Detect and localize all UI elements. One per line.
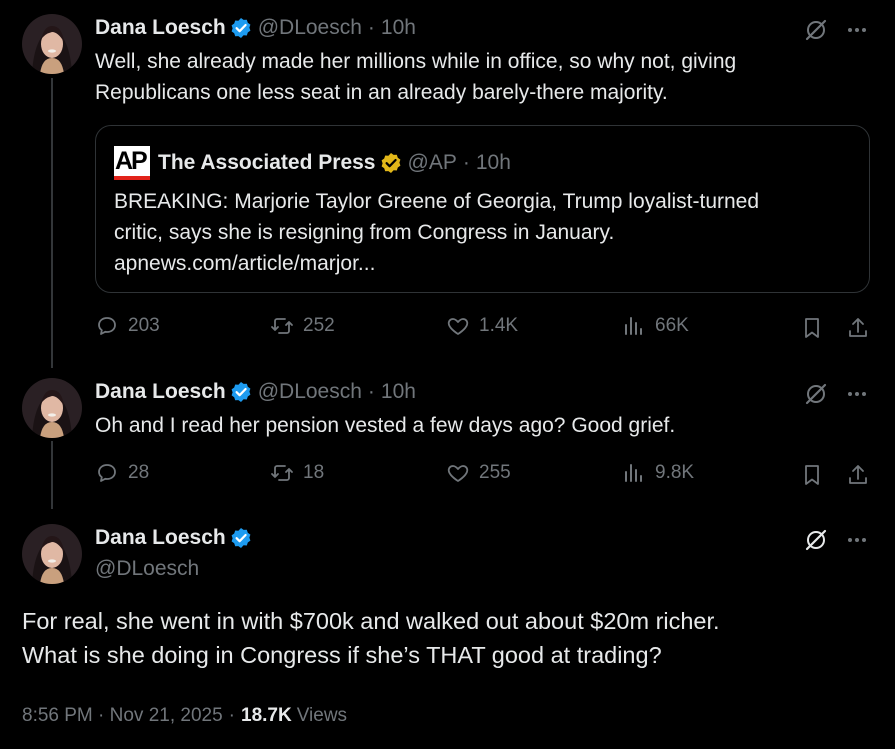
main-tweet-header: Dana Loesch — [95, 526, 252, 550]
like-button[interactable]: 255 — [446, 461, 511, 485]
thread-line — [51, 78, 53, 368]
author-name[interactable]: Dana Loesch — [95, 16, 226, 40]
like-button[interactable]: 1.4K — [446, 314, 518, 338]
reply-button[interactable]: 28 — [95, 461, 149, 485]
dot-separator: · — [462, 151, 470, 174]
ap-logo-text: AP — [115, 147, 148, 175]
repost-count: 252 — [303, 315, 335, 336]
like-count: 1.4K — [479, 315, 519, 336]
more-icon[interactable] — [844, 527, 870, 553]
author-handle[interactable]: @DLoesch — [258, 380, 362, 404]
reply-button[interactable]: 203 — [95, 314, 160, 338]
views-label: Views — [296, 705, 348, 726]
repost-count: 18 — [303, 462, 325, 483]
tweet-timestamp[interactable]: 8:56 PM · Nov 21, 2025 — [22, 705, 223, 727]
quoted-tweet-card[interactable]: AP The Associated Press @AP · 10h BREAKI… — [95, 125, 870, 293]
dot-separator: · — [367, 16, 375, 39]
tweet-text-line: Republicans one less seat in an already … — [95, 81, 668, 104]
more-icon[interactable] — [844, 381, 870, 407]
views-button[interactable]: 66K — [622, 314, 689, 338]
tweet-header: Dana Loesch @DLoesch · 10h — [95, 380, 416, 404]
verified-badge-icon — [230, 527, 252, 549]
like-icon — [447, 465, 469, 482]
verified-badge-icon — [380, 152, 402, 174]
author-name[interactable]: Dana Loesch — [95, 380, 226, 404]
more-icon[interactable] — [844, 17, 870, 43]
repost-button[interactable]: 252 — [270, 314, 335, 338]
bookmark-icon[interactable] — [799, 462, 825, 488]
repost-icon — [271, 465, 293, 481]
quoted-text-line: critic, says she is resigning from Congr… — [114, 221, 615, 244]
author-name[interactable]: Dana Loesch — [95, 526, 226, 550]
verified-badge-icon — [230, 381, 252, 403]
like-count: 255 — [479, 462, 511, 483]
author-handle[interactable]: @DLoesch — [95, 557, 199, 581]
main-tweet-text-line: What is she doing in Congress if she’s T… — [22, 642, 662, 668]
like-icon — [447, 318, 469, 335]
bookmark-icon[interactable] — [799, 315, 825, 341]
main-tweet-text: For real, she went in with $700k and wal… — [22, 604, 882, 672]
quoted-tweet-text: BREAKING: Marjorie Taylor Greene of Geor… — [114, 186, 854, 279]
tweet-text-line: Oh and I read her pension vested a few d… — [95, 414, 676, 437]
share-icon[interactable] — [845, 462, 871, 488]
dot-separator: · — [228, 705, 235, 726]
share-icon[interactable] — [845, 315, 871, 341]
views-icon — [625, 317, 642, 335]
reply-count: 203 — [128, 315, 160, 336]
grok-icon[interactable] — [803, 17, 829, 43]
tweet-text: Well, she already made her millions whil… — [95, 46, 865, 108]
repost-icon — [271, 318, 293, 334]
views-button[interactable]: 9.8K — [622, 461, 694, 485]
views-total: 18.7K — [241, 705, 292, 726]
quoted-link[interactable]: apnews.com/article/marjor... — [114, 248, 854, 279]
verified-badge-icon — [230, 17, 252, 39]
repost-button[interactable]: 18 — [270, 461, 324, 485]
avatar[interactable] — [22, 524, 82, 584]
thread-line — [51, 441, 53, 509]
avatar[interactable] — [22, 378, 82, 438]
tweet-text: Oh and I read her pension vested a few d… — [95, 410, 865, 441]
quoted-author-handle: @AP — [407, 151, 457, 174]
ap-logo: AP — [114, 146, 150, 180]
tweet-header: Dana Loesch @DLoesch · 10h — [95, 16, 416, 40]
reply-icon — [98, 464, 116, 482]
quoted-author-name: The Associated Press — [158, 151, 376, 174]
dot-separator: · — [367, 380, 375, 403]
tweet-meta: 8:56 PM · Nov 21, 2025 · 18.7K Views — [22, 705, 347, 727]
views-icon — [625, 464, 642, 482]
main-tweet-text-line: For real, she went in with $700k and wal… — [22, 608, 720, 634]
reply-icon — [98, 317, 116, 335]
tweet-time[interactable]: 10h — [381, 16, 416, 40]
avatar[interactable] — [22, 14, 82, 74]
tweet-text-line: Well, she already made her millions whil… — [95, 50, 737, 73]
author-handle[interactable]: @DLoesch — [258, 16, 362, 40]
views-count: 9.8K — [655, 462, 695, 483]
quoted-text-line: BREAKING: Marjorie Taylor Greene of Geor… — [114, 190, 760, 213]
grok-icon[interactable] — [803, 527, 829, 553]
reply-count: 28 — [128, 462, 150, 483]
grok-icon[interactable] — [803, 381, 829, 407]
quoted-tweet-time: 10h — [475, 151, 511, 174]
views-count: 66K — [655, 315, 689, 336]
tweet-time[interactable]: 10h — [381, 380, 416, 404]
